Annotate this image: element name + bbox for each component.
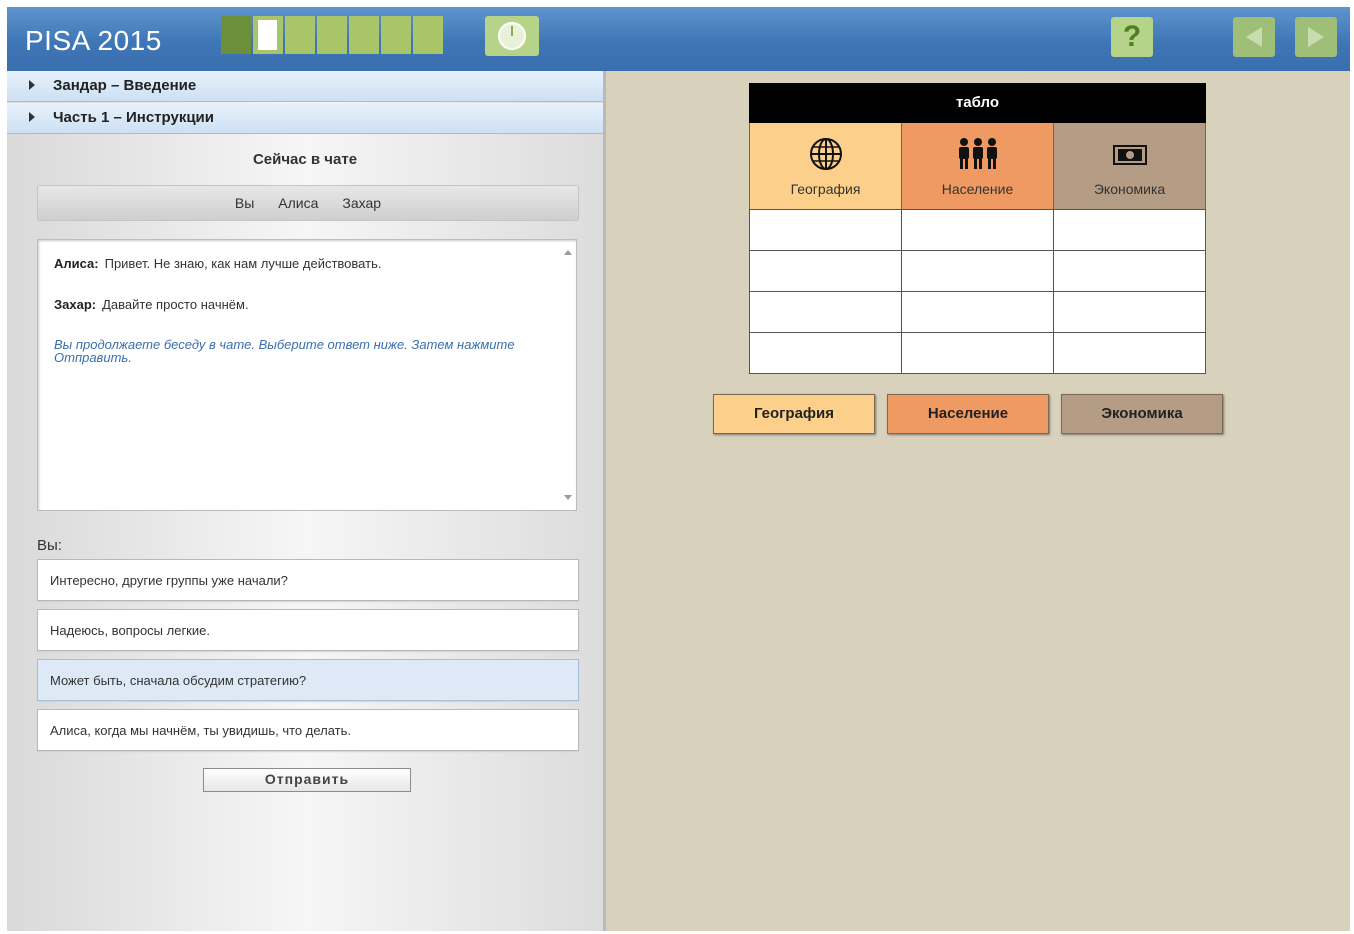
chat-instruction: Вы продолжаете беседу в чате. Выберите о… xyxy=(54,337,515,365)
chat-panel: Зандар – Введение Часть 1 – Инструкции С… xyxy=(7,71,606,931)
economy-button[interactable]: Экономика xyxy=(1061,394,1223,434)
people-icon xyxy=(902,137,1053,174)
progress-segment xyxy=(221,16,251,54)
section-label: Зандар – Введение xyxy=(53,77,197,94)
app-frame: PISA 2015 ? Зандар – Введение Часть 1 – … xyxy=(7,7,1350,931)
board-cell[interactable] xyxy=(1054,292,1205,332)
chat-message: Алиса: Привет. Не знаю, как нам лучше дей… xyxy=(54,256,381,271)
board-cell[interactable] xyxy=(902,210,1054,250)
geography-button[interactable]: География xyxy=(713,394,875,434)
message-text: Давайте просто начнём. xyxy=(102,297,249,312)
column-label: Население xyxy=(941,181,1014,197)
progress-segment xyxy=(317,16,347,54)
chat-message: Захар: Давайте просто начнём. xyxy=(54,297,249,312)
progress-segment xyxy=(349,16,379,54)
help-button[interactable]: ? xyxy=(1111,17,1153,57)
board-cell[interactable] xyxy=(902,333,1054,373)
scoreboard: табло География Население Экономика xyxy=(749,83,1206,374)
next-button[interactable] xyxy=(1295,17,1337,57)
column-label: Экономика xyxy=(1093,181,1166,197)
globe-icon xyxy=(750,137,901,174)
board-header-row: География Население Экономика xyxy=(749,123,1206,209)
section-zandar-intro[interactable]: Зандар – Введение xyxy=(7,71,603,102)
triangle-right-icon xyxy=(29,80,35,90)
section-part1-instructions[interactable]: Часть 1 – Инструкции xyxy=(7,103,603,134)
timer-button[interactable] xyxy=(485,16,539,56)
option-text: Надеюсь, вопросы легкие. xyxy=(50,623,210,638)
column-geography: География xyxy=(749,123,901,209)
section-label: Часть 1 – Инструкции xyxy=(53,109,214,126)
money-icon xyxy=(1054,137,1205,170)
top-bar: PISA 2015 ? xyxy=(7,7,1350,71)
column-economy: Экономика xyxy=(1053,123,1206,209)
board-cell[interactable] xyxy=(902,251,1054,291)
option-text: Интересно, другие группы уже начали? xyxy=(50,573,288,588)
question-icon: ? xyxy=(1122,20,1142,53)
timer-icon xyxy=(498,22,526,50)
board-cell[interactable] xyxy=(1054,333,1205,373)
response-option-selected[interactable]: Может быть, сначала обсудим стратегию? xyxy=(37,659,579,701)
board-cell[interactable] xyxy=(1054,251,1205,291)
member-name: Вы xyxy=(234,195,255,211)
option-text: Алиса, когда мы начнём, ты увидишь, что … xyxy=(50,723,352,738)
board-cell[interactable] xyxy=(750,292,902,332)
response-option[interactable]: Интересно, другие группы уже начали? xyxy=(37,559,579,601)
board-cell[interactable] xyxy=(750,210,902,250)
scroll-up-icon[interactable] xyxy=(564,250,572,255)
progress-indicator xyxy=(221,16,445,54)
message-author: Алиса: xyxy=(54,256,99,271)
chat-title: Сейчас в чате xyxy=(252,151,358,168)
response-option[interactable]: Алиса, когда мы начнём, ты увидишь, что … xyxy=(37,709,579,751)
option-text: Может быть, сначала обсудим стратегию? xyxy=(50,673,307,688)
board-cell[interactable] xyxy=(902,292,1054,332)
triangle-right-icon xyxy=(29,112,35,122)
progress-segment-current xyxy=(253,16,283,54)
population-button[interactable]: Население xyxy=(887,394,1049,434)
progress-segment xyxy=(285,16,315,54)
column-population: Население xyxy=(901,123,1053,209)
message-text: Привет. Не знаю, как нам лучше действова… xyxy=(104,256,382,271)
board-row xyxy=(750,291,1205,332)
arrow-right-icon xyxy=(1308,27,1324,47)
board-cell[interactable] xyxy=(750,251,902,291)
progress-segment xyxy=(381,16,411,54)
board-panel: табло География Население Экономика Геог… xyxy=(606,71,1350,931)
board-row xyxy=(750,250,1205,291)
chat-log[interactable]: Алиса: Привет. Не знаю, как нам лучше дей… xyxy=(37,239,577,511)
progress-segment xyxy=(413,16,443,54)
column-label: География xyxy=(790,181,861,197)
message-author: Захар: xyxy=(54,297,97,312)
board-row xyxy=(750,332,1205,373)
chat-members: Вы Алиса Захар xyxy=(37,185,579,221)
board-cell[interactable] xyxy=(750,333,902,373)
scroll-down-icon[interactable] xyxy=(564,495,572,500)
board-title: табло xyxy=(749,83,1206,123)
response-option[interactable]: Надеюсь, вопросы легкие. xyxy=(37,609,579,651)
arrow-left-icon xyxy=(1246,27,1262,47)
member-name: Захар xyxy=(342,195,382,211)
member-name: Алиса xyxy=(278,195,319,211)
send-button[interactable]: Отправить xyxy=(203,768,411,792)
you-label: Вы: xyxy=(37,537,62,554)
board-cell[interactable] xyxy=(1054,210,1205,250)
board-grid xyxy=(749,209,1206,374)
previous-button[interactable] xyxy=(1233,17,1275,57)
board-row xyxy=(750,209,1205,250)
pisa-logo: PISA 2015 xyxy=(25,25,162,56)
